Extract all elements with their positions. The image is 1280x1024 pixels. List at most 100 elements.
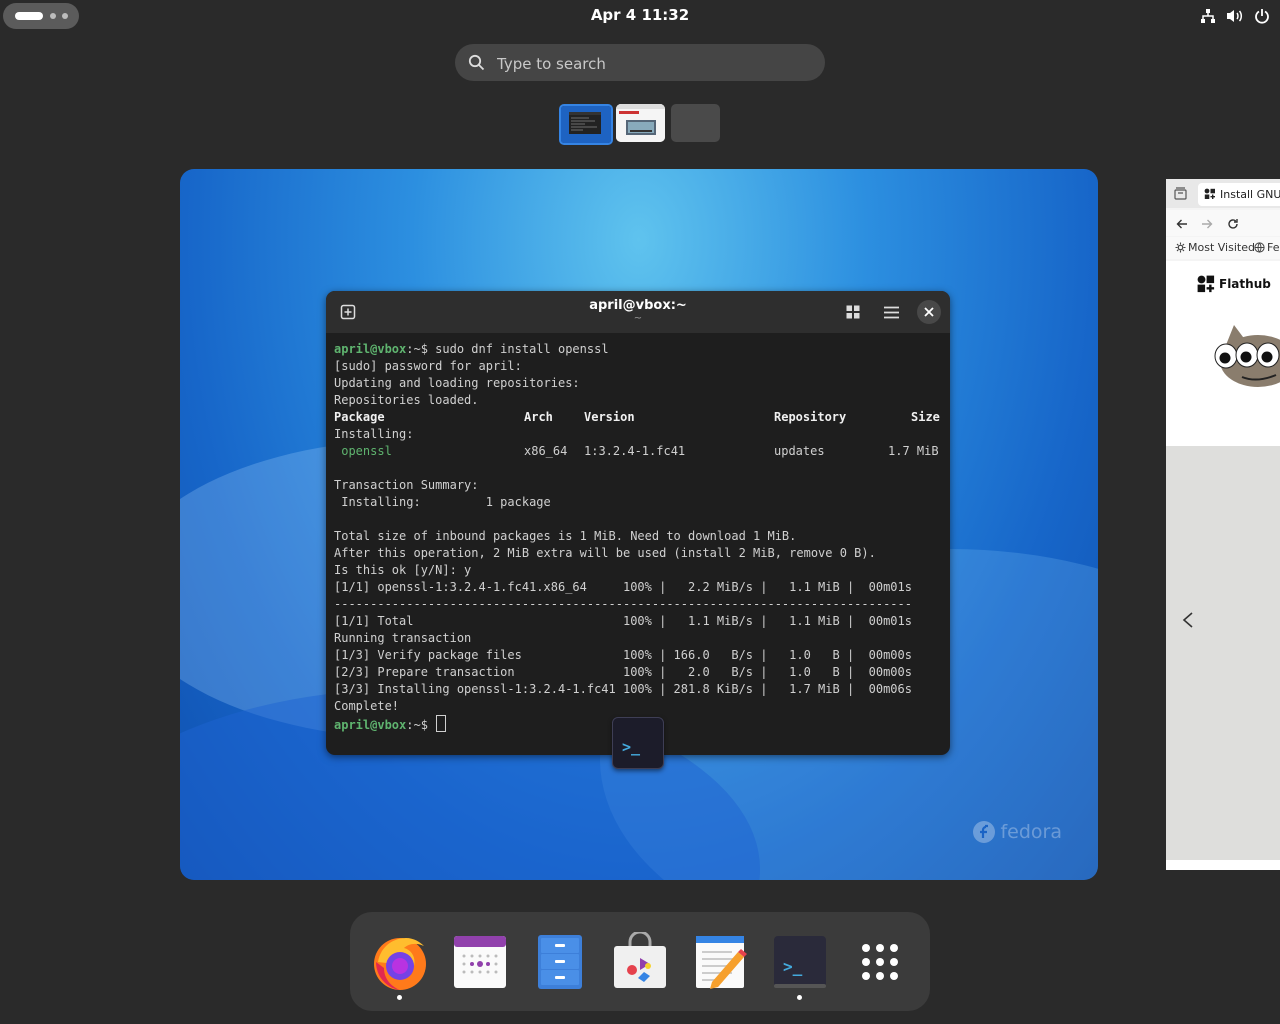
files-icon	[538, 935, 582, 989]
app-text-editor[interactable]	[690, 932, 750, 992]
package-arch: x86_64	[524, 444, 568, 458]
search-bar[interactable]	[455, 44, 825, 81]
volume-icon	[1227, 10, 1243, 22]
tab-overview-button[interactable]	[841, 300, 865, 324]
globe-icon	[1254, 242, 1265, 253]
svg-text:>_: >_	[783, 957, 803, 976]
command-text: sudo dnf install openssl	[435, 342, 609, 356]
col-repository: Repository	[774, 410, 847, 424]
software-icon	[614, 930, 666, 988]
prompt-user: april@vbox	[334, 718, 407, 732]
show-apps-button[interactable]	[850, 932, 910, 992]
app-terminal[interactable]: >_	[770, 932, 830, 1000]
tab-list-icon[interactable]	[1174, 187, 1187, 200]
package-name: openssl	[334, 444, 392, 458]
search-icon	[468, 54, 485, 71]
workspace-indicator-dot	[50, 13, 56, 19]
back-icon[interactable]	[1176, 218, 1188, 230]
col-version: Version	[584, 410, 635, 424]
workspace-thumbnail-1[interactable]	[559, 104, 613, 145]
power-icon	[1255, 9, 1269, 24]
output-line: [1/1] openssl-1:3.2.4-1.fc41.x86_64 100%…	[334, 580, 912, 594]
running-indicator	[397, 995, 402, 1000]
terminal-app-badge: >_	[612, 717, 664, 769]
output-line: Updating and loading repositories:	[334, 376, 580, 390]
close-icon	[924, 307, 934, 317]
activities-button[interactable]	[3, 3, 79, 29]
output-line: Transaction Summary:	[334, 478, 479, 492]
col-size: Size	[911, 410, 940, 424]
output-line: Complete!	[334, 699, 400, 713]
output-line: Running transaction	[334, 631, 472, 645]
webpage-content: Flathub	[1166, 261, 1280, 446]
terminal-prompt-icon: >_	[622, 738, 641, 756]
firefox-icon	[374, 938, 426, 990]
terminal-icon: >_	[774, 936, 826, 988]
search-input[interactable]	[495, 52, 809, 75]
hamburger-menu-icon	[883, 306, 899, 318]
separator-line: ----------------------------------------…	[334, 597, 912, 611]
chevron-left-icon[interactable]	[1182, 612, 1194, 628]
output-line: [1/1] Total 100% | 1.1 MiB/s | 1.1 MiB |…	[334, 614, 912, 628]
gear-icon	[1175, 242, 1186, 253]
webpage-footer	[1166, 860, 1280, 870]
col-package: Package	[334, 410, 385, 424]
output-line: Is this ok [y/N]: y	[334, 563, 472, 577]
package-table-header: Package Arch Version Repository Size	[334, 409, 944, 426]
output-line: [sudo] password for april:	[334, 359, 522, 373]
output-line: [3/3] Installing openssl-1:3.2.4-1.fc41 …	[334, 682, 912, 696]
app-software[interactable]	[610, 930, 670, 992]
grid-icon	[846, 305, 860, 319]
dash: >_	[350, 912, 930, 1011]
browser-tab[interactable]: Install GNU Ir	[1198, 183, 1280, 206]
browser-window-preview[interactable]: Install GNU Ir Most Visited Fe Flathub	[1166, 179, 1280, 870]
tab-title: Install GNU Ir	[1220, 188, 1280, 201]
menu-button[interactable]	[879, 300, 903, 324]
output-line: [2/3] Prepare transaction 100% | 2.0 B/s…	[334, 665, 912, 679]
webpage-lower-section	[1166, 446, 1280, 860]
system-tray[interactable]	[1200, 6, 1270, 26]
flathub-tab-icon	[1204, 188, 1215, 199]
workspace-thumbnail-2[interactable]	[616, 104, 665, 142]
bookmark-most-visited[interactable]: Most Visited	[1188, 241, 1255, 254]
fedora-logo: fedora	[972, 820, 1062, 844]
bookmark-fedora[interactable]: Fe	[1267, 241, 1280, 254]
clock[interactable]: Apr 4 11:32	[560, 6, 720, 24]
output-line: Repositories loaded.	[334, 393, 479, 407]
app-calendar[interactable]	[450, 932, 510, 992]
app-firefox[interactable]	[370, 932, 430, 1000]
fedora-logo-icon	[973, 821, 996, 843]
prompt-suffix: :~$	[406, 718, 436, 732]
flathub-logo-icon	[1197, 275, 1215, 293]
running-indicator	[797, 995, 802, 1000]
browser-nav-bar	[1166, 210, 1280, 236]
workspace-indicator-dot	[62, 13, 68, 19]
output-line: Installing:	[334, 427, 414, 441]
terminal-cursor	[436, 715, 447, 732]
close-button[interactable]	[917, 300, 941, 324]
output-line: After this operation, 2 MiB extra will b…	[334, 546, 876, 560]
package-version: 1:3.2.4-1.fc41	[584, 444, 686, 458]
terminal-header[interactable]: april@vbox:~ ~	[326, 291, 950, 333]
col-arch: Arch	[524, 410, 553, 424]
terminal-window[interactable]: april@vbox:~ ~ april@vbox:~$ sudo dnf in…	[326, 291, 950, 755]
package-repo: updates	[774, 444, 825, 458]
workspace-thumbnail-3[interactable]	[671, 104, 720, 142]
text-editor-icon	[696, 936, 747, 989]
fedora-logo-text: fedora	[1000, 821, 1062, 843]
output-line: Total size of inbound packages is 1 MiB.…	[334, 529, 797, 543]
prompt-suffix: :~$	[406, 342, 436, 356]
app-files[interactable]	[530, 932, 590, 992]
bookmarks-bar: Most Visited Fe	[1166, 237, 1280, 259]
flathub-site-name[interactable]: Flathub	[1219, 277, 1271, 291]
top-bar: Apr 4 11:32	[0, 0, 1280, 32]
forward-icon[interactable]	[1201, 218, 1213, 230]
terminal-output[interactable]: april@vbox:~$ sudo dnf install openssl […	[334, 341, 944, 732]
gimp-mascot-icon	[1214, 325, 1280, 387]
reload-icon[interactable]	[1227, 218, 1239, 230]
browser-tab-bar: Install GNU Ir	[1166, 179, 1280, 208]
calendar-icon	[454, 936, 506, 988]
workspace-preview[interactable]: fedora april@vbox:~ ~ april@vbox:~$ sudo…	[180, 169, 1098, 880]
package-size: 1.7 MiB	[888, 444, 939, 458]
output-line: [1/3] Verify package files 100% | 166.0 …	[334, 648, 912, 662]
